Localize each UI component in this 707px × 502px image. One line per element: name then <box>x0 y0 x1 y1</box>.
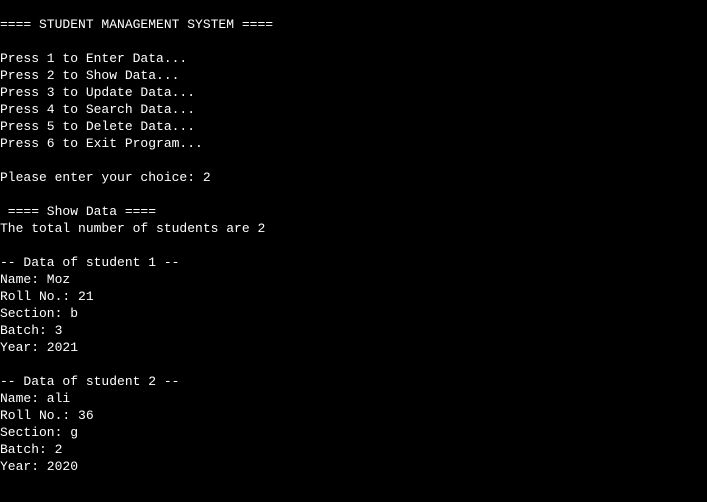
menu-option-5: Press 5 to Delete Data... <box>0 119 196 134</box>
student-1-year: Year: 2021 <box>0 340 79 355</box>
console-window[interactable]: ==== STUDENT MANAGEMENT SYSTEM ==== Pres… <box>0 0 707 502</box>
student-2-heading: -- Data of student 2 -- <box>0 374 180 389</box>
student-2-roll: Roll No.: 36 <box>0 408 94 423</box>
student-2-batch: Batch: 2 <box>0 442 63 457</box>
menu-option-6: Press 6 to Exit Program... <box>0 136 203 151</box>
section-title: ==== Show Data ==== <box>0 204 157 219</box>
student-1-heading: -- Data of student 1 -- <box>0 255 180 270</box>
total-students-line: The total number of students are 2 <box>0 221 266 236</box>
program-header: ==== STUDENT MANAGEMENT SYSTEM ==== <box>0 17 274 32</box>
choice-prompt[interactable]: Please enter your choice: 2 <box>0 169 707 186</box>
student-1-section: Section: b <box>0 306 79 321</box>
student-2-name: Name: ali <box>0 391 71 406</box>
menu-option-4: Press 4 to Search Data... <box>0 102 196 117</box>
menu-option-2: Press 2 to Show Data... <box>0 68 180 83</box>
student-1-roll: Roll No.: 21 <box>0 289 94 304</box>
menu-option-3: Press 3 to Update Data... <box>0 85 196 100</box>
student-1-batch: Batch: 3 <box>0 323 63 338</box>
student-2-section: Section: g <box>0 425 79 440</box>
student-1-name: Name: Moz <box>0 272 71 287</box>
student-2-year: Year: 2020 <box>0 459 79 474</box>
menu-option-1: Press 1 to Enter Data... <box>0 51 188 66</box>
